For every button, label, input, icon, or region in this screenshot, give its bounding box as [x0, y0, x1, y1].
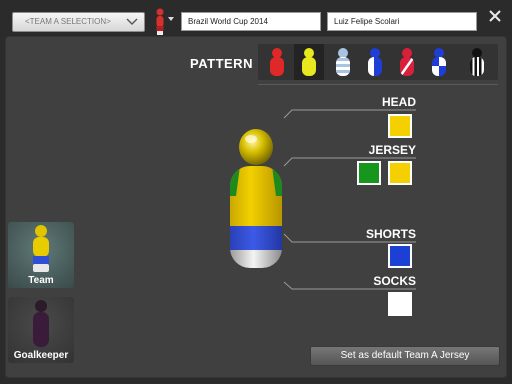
- goalkeeper-kit-thumbnail[interactable]: Goalkeeper: [8, 297, 74, 363]
- shorts-color-swatch[interactable]: [388, 244, 412, 268]
- team-kit-thumbnail[interactable]: Team: [8, 222, 74, 288]
- head-color-swatch[interactable]: [388, 114, 412, 138]
- team-kit-figure: [33, 225, 49, 272]
- goalkeeper-thumbnail-label: Goalkeeper: [13, 350, 69, 361]
- goalkeeper-kit-figure: [33, 300, 49, 347]
- jersey-primary-color-swatch[interactable]: [357, 161, 381, 185]
- set-default-jersey-button[interactable]: Set as default Team A Jersey: [310, 346, 500, 366]
- team-thumbnail-label: Team: [28, 275, 54, 286]
- player-preview: [230, 129, 282, 268]
- jersey-secondary-color-swatch[interactable]: [388, 161, 412, 185]
- socks-color-swatch[interactable]: [388, 292, 412, 316]
